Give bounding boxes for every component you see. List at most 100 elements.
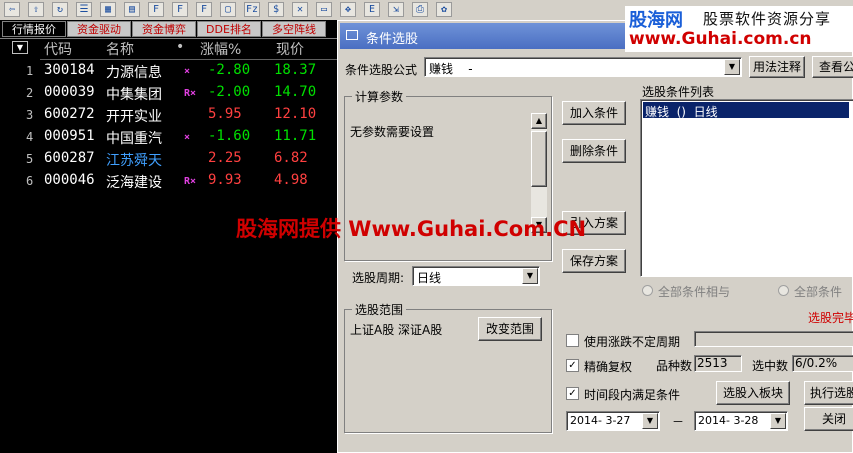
up-arrow-icon[interactable]: ⇧ — [28, 2, 44, 17]
date-to-value: 2014- 3-28 — [698, 414, 759, 427]
condition-list-item[interactable]: 赚钱 () 日线 — [643, 102, 849, 119]
row-change: -1.60 — [208, 128, 251, 144]
row-code: 300184 — [44, 62, 95, 78]
row-price: 6.82 — [274, 150, 308, 166]
formula-dropdown-icon[interactable]: ▼ — [724, 59, 740, 75]
tab-dde-rank[interactable]: DDE排名 — [197, 21, 261, 37]
gear-icon[interactable]: ✿ — [436, 2, 452, 17]
date-from-input[interactable]: 2014- 3-27 ▼ — [566, 411, 660, 431]
selected-label: 选中数 — [752, 359, 789, 373]
add-condition-button[interactable]: 加入条件 — [562, 101, 626, 125]
formula-label: 条件选股公式 — [345, 63, 418, 77]
row-price: 12.10 — [274, 106, 317, 122]
row-index: 5 — [26, 152, 34, 166]
radio-and[interactable] — [642, 285, 653, 296]
etf-icon[interactable]: E — [364, 2, 380, 17]
tab-fund-game[interactable]: 资金博弈 — [132, 21, 196, 37]
f11-icon[interactable]: F — [196, 2, 212, 17]
row-name: 开开实业 — [106, 109, 162, 125]
condition-list-item-text: 赚钱 () 日线 — [645, 105, 718, 119]
row-index: 6 — [26, 174, 34, 188]
formula-select[interactable]: 赚钱 - ▼ — [424, 57, 742, 77]
change-range-button[interactable]: 改变范围 — [478, 317, 542, 341]
f10b-icon[interactable]: F — [172, 2, 188, 17]
delete-condition-button[interactable]: 删除条件 — [562, 139, 626, 163]
close-button[interactable]: 关闭 — [804, 407, 853, 431]
table-row[interactable]: 4 000951 中国重汽 × -1.60 11.71 — [0, 126, 340, 148]
table-row[interactable]: 1 300184 力源信息 × -2.80 18.37 — [0, 60, 340, 82]
row-price: 11.71 — [274, 128, 317, 144]
save-plan-button[interactable]: 保存方案 — [562, 249, 626, 273]
table-row[interactable]: 5 600287 江苏舜天 2.25 6.82 — [0, 148, 340, 170]
date-to-dropdown-icon[interactable]: ▼ — [770, 413, 786, 429]
count-label: 品种数 — [656, 359, 693, 373]
radio-or[interactable] — [778, 285, 789, 296]
row-index: 3 — [26, 108, 34, 122]
tab-quote[interactable]: 行情报价 — [2, 21, 66, 37]
scroll-thumb[interactable] — [531, 131, 547, 187]
scroll-up-icon[interactable]: ▲ — [531, 113, 547, 129]
watermark-tagline: 股票软件资源分享 — [703, 10, 832, 28]
chart-icon[interactable]: ▤ — [124, 2, 140, 17]
cross-icon[interactable]: ✕ — [292, 2, 308, 17]
sort-dropdown-icon[interactable]: ▼ — [12, 41, 28, 54]
move-icon[interactable]: ✥ — [340, 2, 356, 17]
period-select[interactable]: 日线 ▼ — [412, 266, 540, 286]
row-index: 4 — [26, 130, 34, 144]
period-cond-label: 时间段内满足条件 — [584, 388, 681, 402]
period-label: 选股周期: — [352, 271, 405, 285]
table-row[interactable]: 3 600272 开开实业 5.95 12.10 — [0, 104, 340, 126]
dollar-icon[interactable]: $ — [268, 2, 284, 17]
list-icon[interactable]: ☰ — [76, 2, 92, 17]
execute-button[interactable]: 执行选股 — [804, 381, 853, 405]
row-name: 泛海建设 — [106, 175, 162, 191]
uncertain-label: 使用涨跌不定周期 — [584, 335, 681, 349]
row-flag: × — [184, 132, 191, 143]
tab-fund-drive[interactable]: 资金驱动 — [67, 21, 131, 37]
view-formula-button[interactable]: 查看公 — [812, 56, 853, 78]
to-board-button[interactable]: 选股入板块 — [716, 381, 790, 405]
left-arrow-icon[interactable]: ⇦ — [4, 2, 20, 17]
doc-icon[interactable]: ▢ — [220, 2, 236, 17]
period-cond-checkbox[interactable]: ✓ — [566, 387, 579, 400]
date-to-input[interactable]: 2014- 3-28 ▼ — [694, 411, 788, 431]
row-code: 000951 — [44, 128, 95, 144]
date-from-value: 2014- 3-27 — [570, 414, 631, 427]
exit-icon[interactable]: ⇲ — [388, 2, 404, 17]
tab-long-short[interactable]: 多空阵线 — [262, 21, 326, 37]
grid-icon[interactable]: ▦ — [100, 2, 116, 17]
row-code: 000039 — [44, 84, 95, 100]
uncertain-checkbox[interactable] — [566, 334, 579, 347]
watermark-banner: 股海网 股票软件资源分享 www.Guhai.com.cn — [625, 6, 853, 52]
f10-icon[interactable]: F — [148, 2, 164, 17]
refresh-icon[interactable]: ↻ — [52, 2, 68, 17]
row-index: 1 — [26, 64, 34, 78]
exact-adjust-checkbox[interactable]: ✓ — [566, 359, 579, 372]
selected-value: 6/0.2% — [792, 355, 853, 372]
header-price[interactable]: 现价 — [276, 39, 304, 59]
date-separator: － — [672, 415, 685, 429]
period-value: 日线 — [417, 271, 442, 285]
fz-icon[interactable]: Fz — [244, 2, 260, 17]
uncertain-input[interactable] — [694, 331, 853, 347]
header-name[interactable]: 名称 — [106, 39, 134, 59]
dialog-app-icon — [346, 30, 358, 40]
date-from-dropdown-icon[interactable]: ▼ — [642, 413, 658, 429]
print-icon[interactable]: ⎙ — [412, 2, 428, 17]
usage-button[interactable]: 用法注释 — [749, 56, 805, 78]
range-group-title: 选股范围 — [352, 301, 407, 318]
table-row[interactable]: 6 000046 泛海建设 R× 9.93 4.98 — [0, 170, 340, 192]
scroll-icon[interactable]: ▭ — [316, 2, 332, 17]
count-value: 2513 — [694, 355, 742, 372]
row-change: 9.93 — [208, 172, 242, 188]
exact-adjust-label: 精确复权 — [584, 360, 633, 374]
row-flag: R× — [184, 176, 197, 187]
condition-list[interactable]: 赚钱 () 日线 — [640, 99, 853, 277]
period-dropdown-icon[interactable]: ▼ — [522, 268, 538, 284]
header-code[interactable]: 代码 — [44, 39, 72, 59]
header-change[interactable]: 涨幅% — [200, 39, 241, 59]
table-row[interactable]: 2 000039 中集集团 R× -2.00 14.70 — [0, 82, 340, 104]
quote-header: ▼ 代码 名称 • 涨幅% 现价 — [0, 38, 340, 58]
row-code: 600272 — [44, 106, 95, 122]
row-name: 中集集团 — [106, 87, 162, 103]
